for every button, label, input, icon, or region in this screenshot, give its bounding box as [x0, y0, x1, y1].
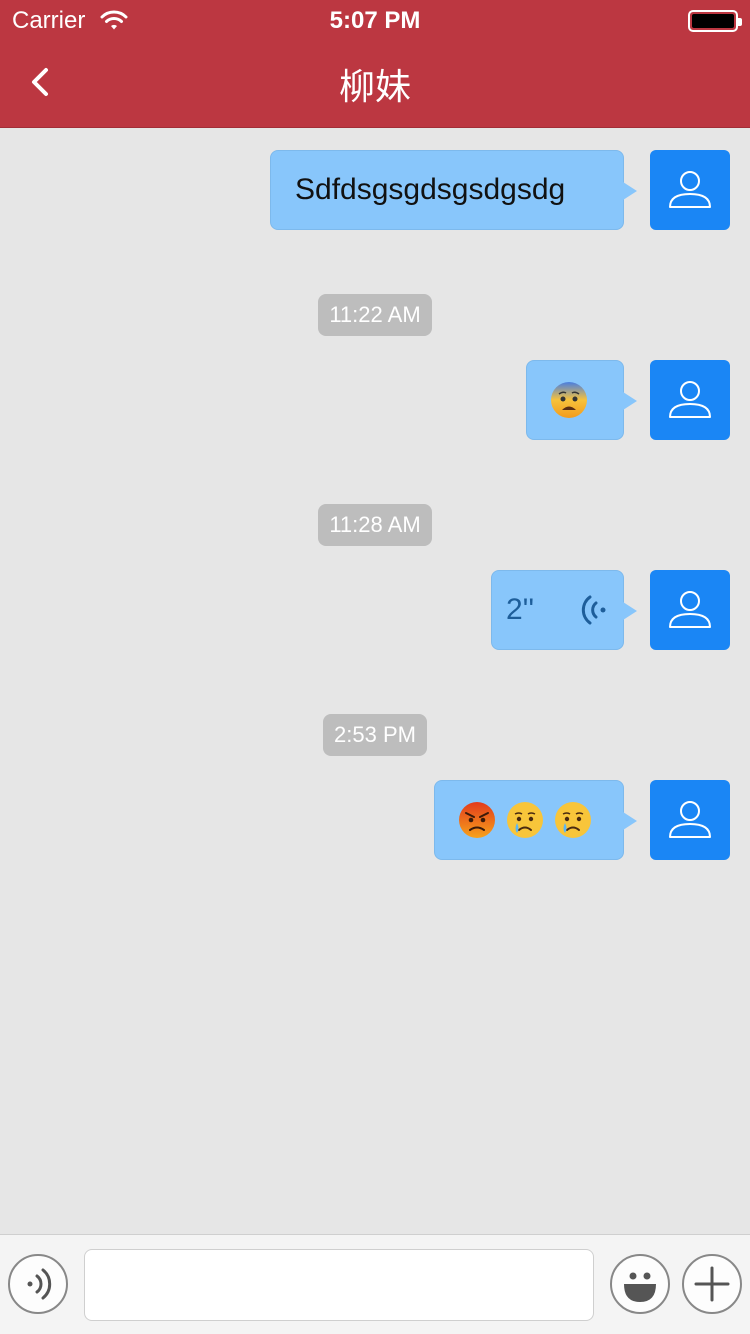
- timestamp-label: 11:22 AM: [318, 294, 432, 336]
- anxious-face-icon: [551, 382, 587, 418]
- avatar[interactable]: [650, 360, 730, 440]
- timestamp-label: 11:28 AM: [318, 504, 432, 546]
- timestamp: 11:22 AM: [0, 294, 750, 336]
- user-icon: [669, 381, 711, 418]
- user-icon: [669, 801, 711, 838]
- avatar[interactable]: [650, 780, 730, 860]
- page-title: 柳妹: [338, 67, 411, 108]
- emoji-row: [527, 380, 589, 420]
- navigation-bar: 柳妹: [0, 40, 750, 128]
- message-input[interactable]: [84, 1249, 594, 1321]
- emoji-button[interactable]: [610, 1254, 670, 1314]
- message-bubble[interactable]: [526, 360, 637, 440]
- plus-icon: [694, 1266, 730, 1302]
- user-icon: [669, 591, 711, 628]
- smiley-icon: [624, 1272, 656, 1302]
- timestamp: 11:28 AM: [0, 504, 750, 546]
- avatar[interactable]: [650, 570, 730, 650]
- status-bar: Carrier 5:07 PM: [0, 0, 750, 40]
- emoji-row: [435, 800, 593, 840]
- voice-message-bubble[interactable]: 2'': [491, 570, 637, 650]
- message-text: Sdfdsgsgdsgsdgsdg: [295, 173, 566, 206]
- more-button[interactable]: [682, 1254, 742, 1314]
- status-time: 5:07 PM: [329, 7, 421, 34]
- voice-icon: [27, 1268, 52, 1300]
- battery-icon: [688, 10, 742, 32]
- timestamp-label: 2:53 PM: [323, 714, 427, 756]
- avatar[interactable]: [650, 150, 730, 230]
- message-bubble[interactable]: [434, 780, 637, 860]
- voice-toggle-button[interactable]: [8, 1254, 68, 1314]
- crying-face-icon: [507, 802, 543, 838]
- input-bar: [0, 1234, 750, 1334]
- angry-face-icon: [459, 802, 495, 838]
- timestamp: 2:53 PM: [0, 714, 750, 756]
- message-bubble[interactable]: Sdfdsgsgdsgsdgsdg: [270, 150, 637, 230]
- voice-wave-icon: [581, 595, 606, 625]
- crying-face-icon: [555, 802, 591, 838]
- voice-duration: 2'': [506, 593, 535, 626]
- user-icon: [669, 171, 711, 208]
- chat-list[interactable]: Sdfdsgsgdsgsdgsdg 11:22 AM 11:28 AM 2'' …: [0, 129, 750, 1234]
